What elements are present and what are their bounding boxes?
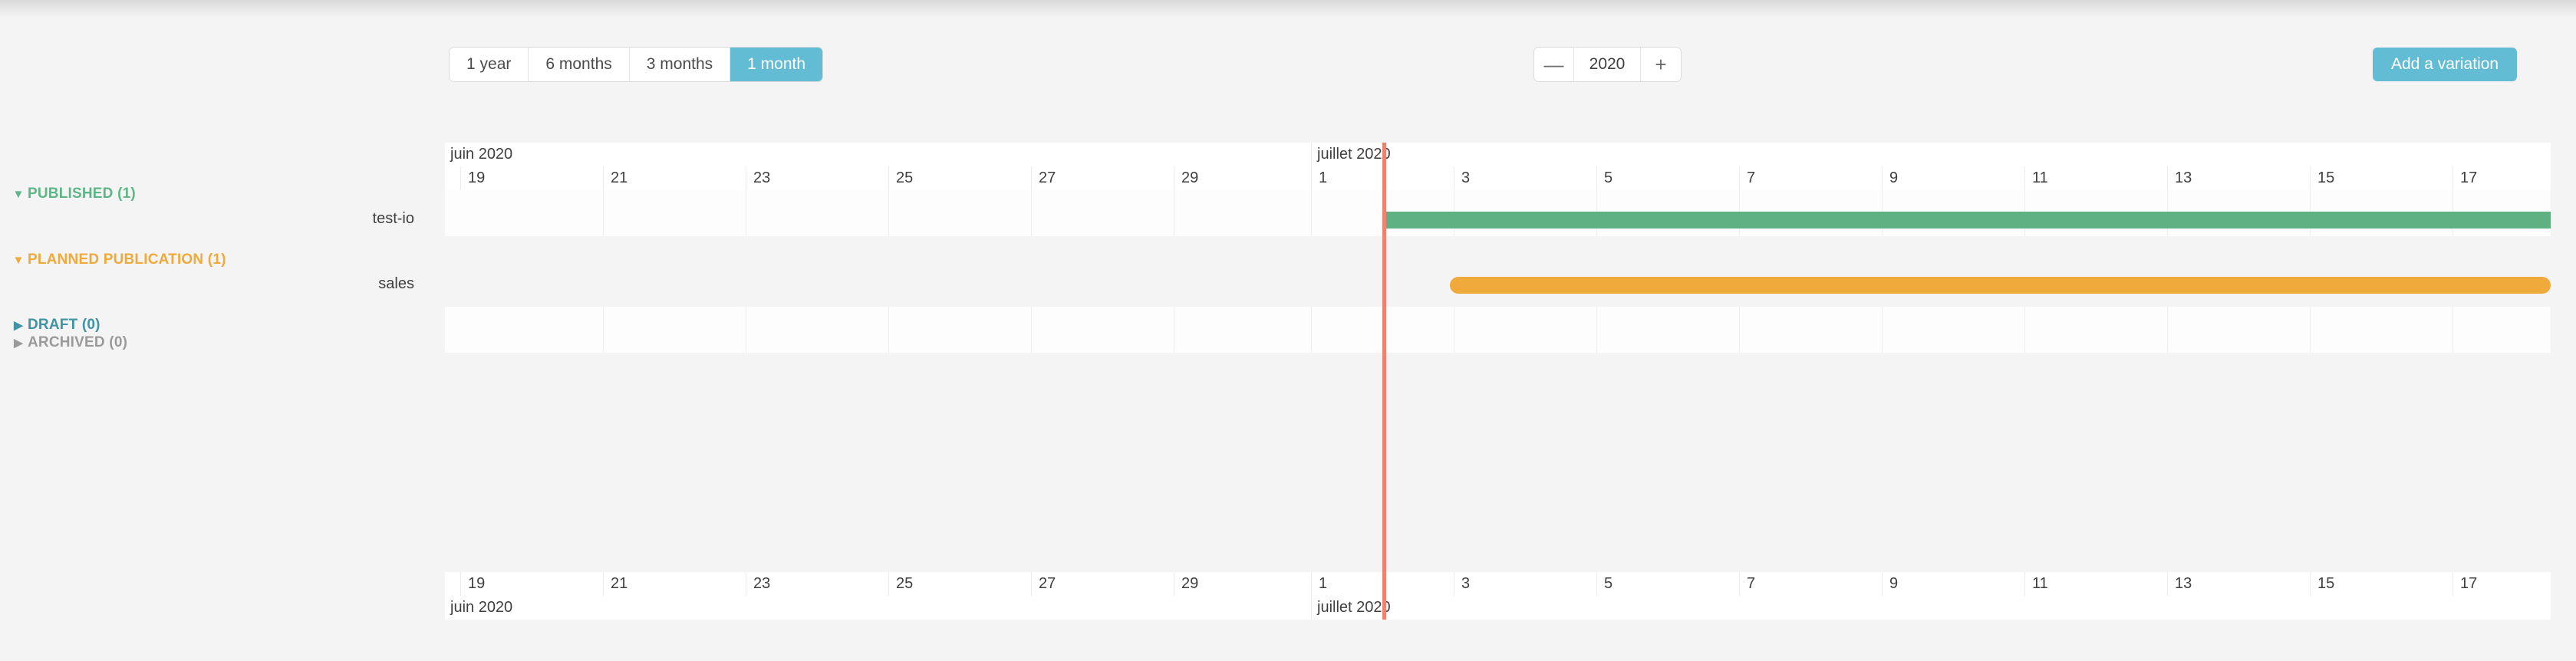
gantt-grid-line	[603, 190, 604, 236]
caret-down-icon[interactable]: ▼	[11, 189, 26, 200]
timeline-day-tick: 21	[603, 572, 746, 596]
gantt-chart: juin 2020 juillet 2020 19 21 23 25 27 29 1 3 5 7 9 1…	[0, 77, 2576, 661]
today-marker-line	[1382, 143, 1386, 620]
gantt-task-bar[interactable]	[1450, 277, 2551, 294]
gantt-grid-line	[1311, 190, 1312, 236]
timeline-day-tick: 15	[2310, 572, 2452, 596]
caret-down-icon[interactable]: ▼	[11, 255, 26, 266]
window-top-shadow	[0, 0, 2576, 20]
group-label: ARCHIVED (0)	[28, 334, 128, 350]
timeline-day-tick: 5	[1596, 572, 1739, 596]
timeline-day-tick: 27	[1031, 572, 1174, 596]
timeline-day-tick: 9	[1882, 572, 2024, 596]
caret-right-icon[interactable]: ▶	[11, 337, 26, 349]
timeline-months-top: juin 2020 juillet 2020	[445, 143, 2551, 166]
timeline-month-label: juillet 2020	[1311, 596, 1391, 620]
timeline-month-label: juillet 2020	[1311, 143, 1391, 166]
gantt-grid-line	[1031, 190, 1032, 236]
timeline-day-tick: 11	[2024, 572, 2167, 596]
gantt-row-label[interactable]: test-io	[15, 210, 414, 228]
timeline-day-tick: 25	[888, 572, 1031, 596]
timeline-month-label: juin 2020	[450, 599, 513, 616]
timeline-day-tick: 19	[460, 572, 603, 596]
caret-right-icon[interactable]: ▶	[11, 320, 26, 331]
group-header-planned-publication[interactable]: ▼ PLANNED PUBLICATION (1)	[0, 248, 2576, 271]
gantt-grid-line	[888, 190, 889, 236]
timeline-months-bottom: juin 2020 juillet 2020	[445, 596, 2551, 620]
timeline-days-bottom: 19 21 23 25 27 29 1 3 5 7 9 11 13 15 17	[445, 572, 2551, 596]
timeline-day-tick: 23	[746, 572, 888, 596]
gantt-toolbar: 1 year 6 months 3 months 1 month — 2020 …	[0, 20, 2576, 81]
group-header-archived[interactable]: ▶ ARCHIVED (0)	[0, 331, 2576, 354]
timeline-month-label: juin 2020	[450, 146, 513, 163]
group-label: PUBLISHED (1)	[28, 186, 136, 202]
timeline-day-tick: 29	[1174, 572, 1311, 596]
timeline-day-tick: 7	[1739, 572, 1882, 596]
timeline-day-tick: 17	[2452, 572, 2551, 596]
timeline-day-tick: 3	[1454, 572, 1596, 596]
timeline-scale-bottom: 19 21 23 25 27 29 1 3 5 7 9 11 13 15 17 juin 2020 juill…	[445, 572, 2551, 620]
gantt-task-bar[interactable]	[1382, 212, 2551, 229]
gantt-row-label[interactable]: sales	[15, 275, 414, 293]
timeline-day-tick: 13	[2167, 572, 2310, 596]
group-label: PLANNED PUBLICATION (1)	[28, 252, 226, 268]
